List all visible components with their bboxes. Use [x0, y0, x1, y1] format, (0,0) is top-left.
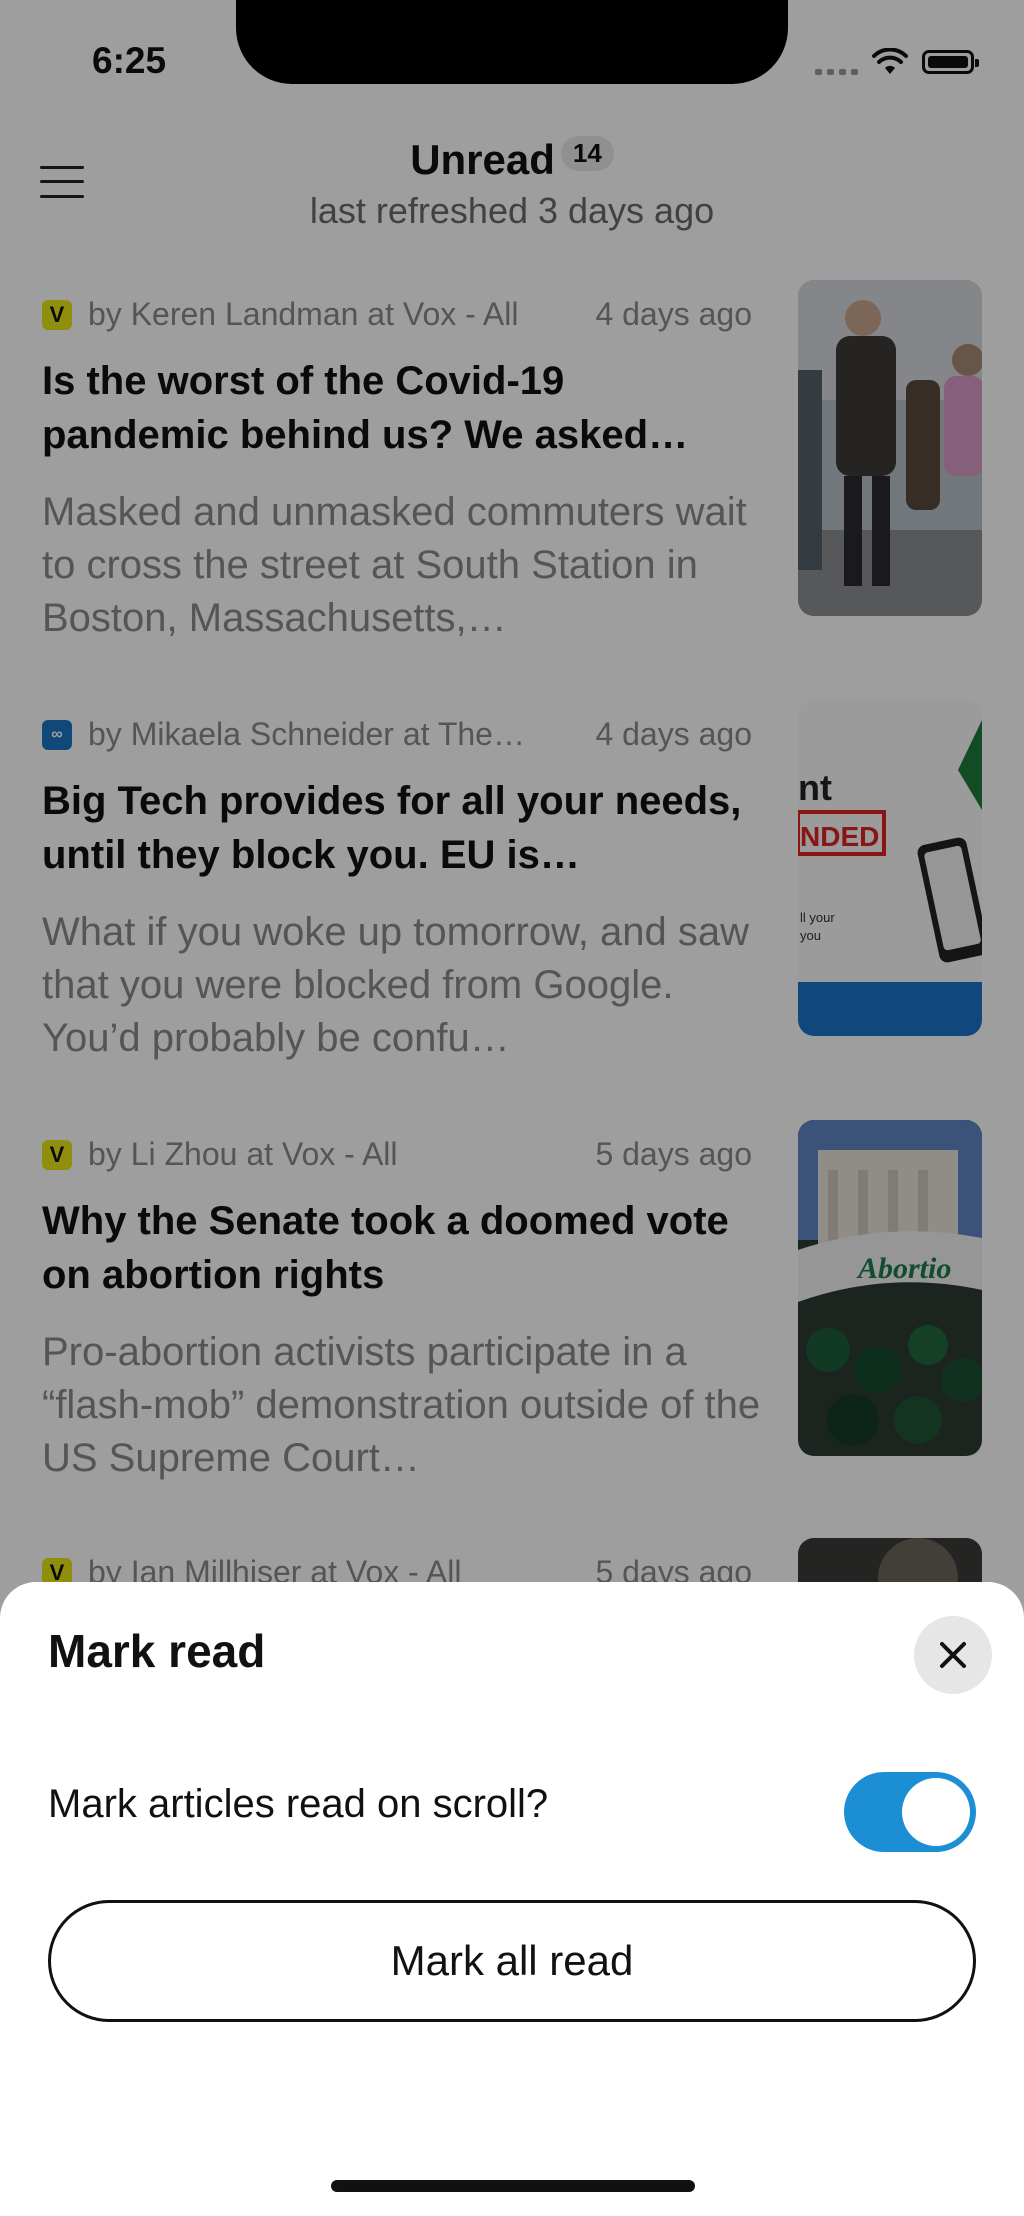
close-icon	[940, 1642, 966, 1668]
home-indicator[interactable]	[331, 2180, 695, 2192]
mark-on-scroll-label: Mark articles read on scroll?	[48, 1782, 549, 1826]
mark-on-scroll-toggle[interactable]	[844, 1772, 976, 1852]
close-button[interactable]	[914, 1616, 992, 1694]
sheet-title: Mark read	[48, 1625, 266, 1677]
mark-all-read-button[interactable]: Mark all read	[48, 1900, 976, 2022]
app-screen: 6:25 Unread 14 last refreshed 3 days ago …	[0, 0, 1024, 2216]
toggle-knob	[902, 1778, 970, 1846]
mark-read-sheet: Mark read Mark articles read on scroll? …	[0, 1582, 1024, 2216]
